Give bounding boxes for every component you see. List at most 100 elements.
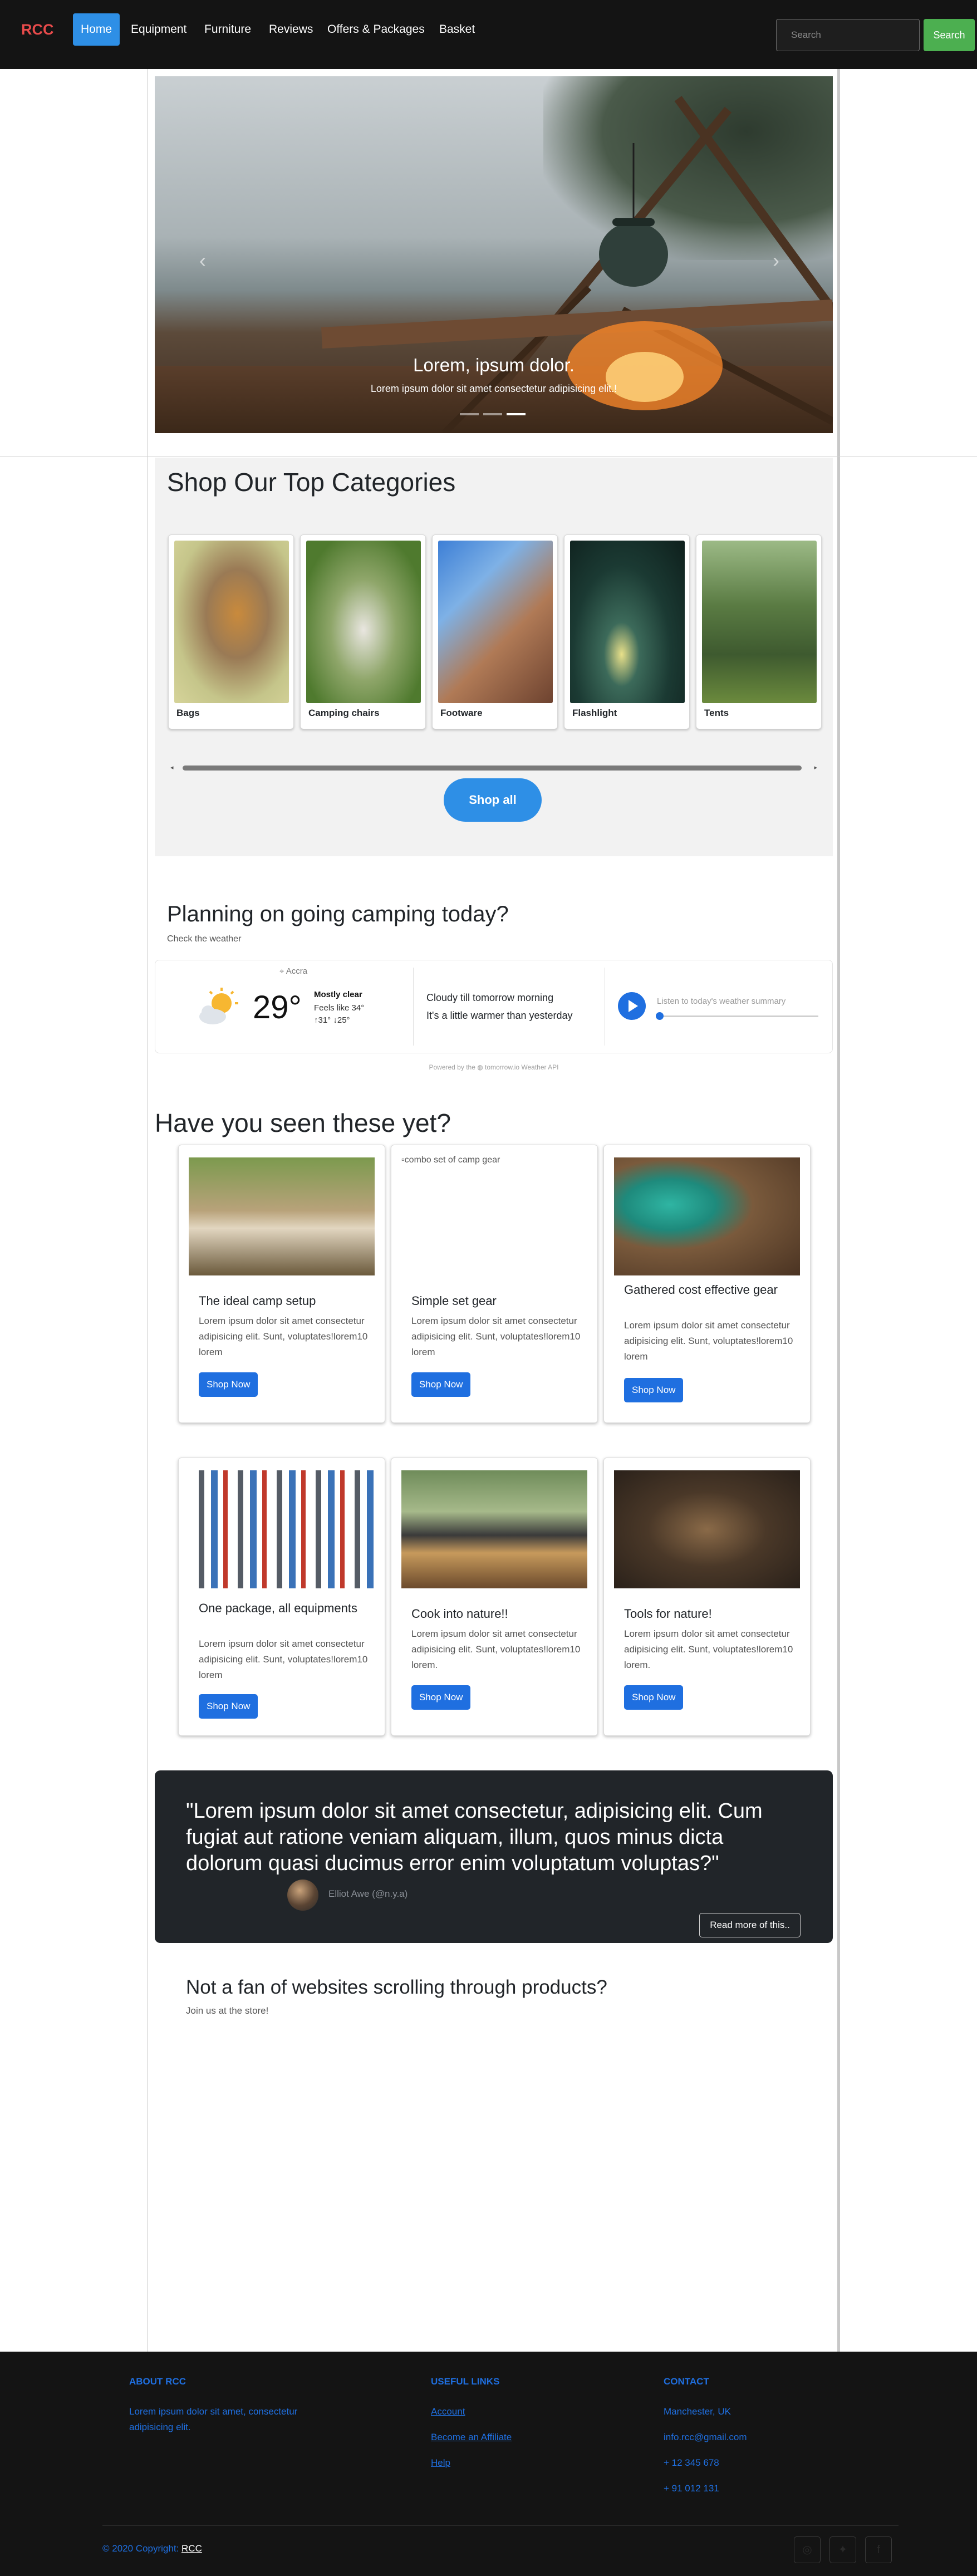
copyright-link[interactable]: RCC <box>181 2543 202 2554</box>
product-card: One package, all equipments Lorem ipsum … <box>178 1458 385 1736</box>
play-icon[interactable] <box>618 992 646 1020</box>
campfire-sticks-decor <box>321 96 833 433</box>
product-card: Tools for nature! Lorem ipsum dolor sit … <box>603 1458 811 1736</box>
weather-temperature: 29° <box>253 989 302 1026</box>
shop-now-button[interactable]: Shop Now <box>624 1685 684 1710</box>
weather-location: ⌖ Accra <box>279 966 308 976</box>
broken-image-alt: ▫combo set of camp gear <box>401 1155 500 1165</box>
weather-range: ↑31° ↓25° <box>314 1015 350 1025</box>
search-input[interactable] <box>777 19 919 51</box>
scroll-right-icon[interactable]: ▸ <box>814 764 817 771</box>
store-title: Not a fan of websites scrolling through … <box>186 1976 607 1998</box>
weather-title: Planning on going camping today? <box>167 902 509 926</box>
category-card-bags[interactable]: Bags <box>168 534 294 729</box>
category-label: Camping chairs <box>308 708 380 718</box>
carousel-indicator[interactable] <box>460 413 479 415</box>
avatar <box>287 1880 318 1911</box>
carousel-indicator[interactable] <box>483 413 502 415</box>
footer-about-heading: ABOUT RCC <box>129 2376 186 2387</box>
footer-links-heading: USEFUL LINKS <box>431 2376 500 2387</box>
partly-cloudy-icon <box>199 988 238 1024</box>
page-frame-left <box>147 69 148 2352</box>
product-name: Tools for nature! <box>624 1607 712 1621</box>
social-button[interactable]: ◎ <box>794 2536 821 2563</box>
footer-divider <box>102 2525 899 2526</box>
nav-furniture[interactable]: Furniture <box>197 13 259 46</box>
product-card: Cook into nature!! Lorem ipsum dolor sit… <box>391 1458 598 1736</box>
shop-all-button[interactable]: Shop all <box>444 778 542 822</box>
footer-link-help[interactable]: Help <box>431 2457 450 2469</box>
navbar: RCC Home Equipment Furniture Reviews Off… <box>0 0 977 69</box>
page-scrollbar[interactable] <box>837 69 840 2352</box>
twitter-icon: ✦ <box>838 2544 848 2556</box>
category-card-flashlight[interactable]: Flashlight <box>564 534 690 729</box>
social-button[interactable]: ✦ <box>829 2536 856 2563</box>
hero-subtitle: Lorem ipsum dolor sit amet consectetur a… <box>370 383 617 394</box>
carousel-indicator-active[interactable] <box>507 413 526 415</box>
footer-link-account[interactable]: Account <box>431 2406 465 2417</box>
categories-title: Shop Our Top Categories <box>167 468 456 497</box>
category-image <box>570 541 685 703</box>
footer-copyright: © 2020 Copyright: RCC <box>102 2543 202 2554</box>
product-name: Cook into nature!! <box>411 1607 508 1621</box>
brand-logo[interactable]: RCC <box>21 21 54 38</box>
hero-carousel: ‹ › Lorem, ipsum dolor. Lorem ipsum dolo… <box>155 76 833 433</box>
scroll-left-icon[interactable]: ◂ <box>170 764 174 771</box>
product-card: ▫combo set of camp gear Simple set gear … <box>391 1145 598 1423</box>
product-description: Lorem ipsum dolor sit amet consectetur a… <box>411 1316 581 1357</box>
footer-link-affiliate[interactable]: Become an Affiliate <box>431 2432 512 2443</box>
shop-now-button[interactable]: Shop Now <box>199 1372 258 1397</box>
copyright-text: © 2020 Copyright: <box>102 2543 179 2554</box>
weather-feels-like: Feels like 34° <box>314 1003 365 1013</box>
product-name: One package, all equipments <box>199 1601 357 1615</box>
product-image <box>189 1157 375 1275</box>
product-description: Lorem ipsum dolor sit amet consectetur a… <box>624 1628 793 1670</box>
footer-about-text: Lorem ipsum dolor sit amet, consectetur … <box>129 2406 298 2432</box>
category-card-camping-chairs[interactable]: Camping chairs <box>300 534 426 729</box>
scroll-thumb[interactable] <box>183 766 802 771</box>
category-image <box>438 541 553 703</box>
footer-contact-phone[interactable]: + 12 345 678 <box>664 2455 719 2471</box>
audio-progress-knob[interactable] <box>656 1012 664 1020</box>
facebook-icon: f <box>877 2544 880 2556</box>
category-image <box>306 541 421 703</box>
footer-contact-heading: CONTACT <box>664 2376 709 2387</box>
search-button[interactable]: Search <box>924 19 975 51</box>
nav-offers-packages[interactable]: Offers & Packages <box>320 13 433 46</box>
shop-now-button[interactable]: Shop Now <box>624 1378 684 1402</box>
weather-powered-by[interactable]: Powered by the ◍ tomorrow.io Weather API <box>0 1063 977 1071</box>
nav-basket[interactable]: Basket <box>431 13 483 46</box>
nav-reviews[interactable]: Reviews <box>261 13 321 46</box>
product-image <box>614 1157 800 1275</box>
carousel-prev-icon[interactable]: ‹ <box>199 249 206 272</box>
category-card-tents[interactable]: Tents <box>696 534 822 729</box>
category-card-footware[interactable]: Footware <box>432 534 558 729</box>
category-label: Tents <box>704 708 729 718</box>
product-image <box>189 1470 375 1588</box>
nav-equipment[interactable]: Equipment <box>123 13 194 46</box>
product-card: The ideal camp setup Lorem ipsum dolor s… <box>178 1145 385 1423</box>
social-button[interactable]: f <box>865 2536 892 2563</box>
shop-now-button[interactable]: Shop Now <box>411 1372 471 1397</box>
carousel-next-icon[interactable]: › <box>773 249 779 272</box>
weather-condition: Mostly clear <box>314 990 362 999</box>
weather-listen-label: Listen to today's weather summary <box>657 997 786 1006</box>
testimonial-quote: "Lorem ipsum dolor sit amet consectetur,… <box>186 1799 763 1875</box>
shop-now-button[interactable]: Shop Now <box>411 1685 471 1710</box>
footer-contact-location: Manchester, UK <box>664 2406 731 2417</box>
search-field[interactable] <box>776 19 920 51</box>
product-description: Lorem ipsum dolor sit amet consectetur a… <box>199 1316 368 1357</box>
products-title: Have you seen these yet? <box>155 1108 451 1137</box>
shop-now-button[interactable]: Shop Now <box>199 1694 258 1719</box>
product-name: The ideal camp setup <box>199 1294 316 1308</box>
weather-subtitle: Check the weather <box>167 934 242 944</box>
audio-progress-bar[interactable] <box>657 1015 818 1017</box>
weather-summary-line2: It's a little warmer than yesterday <box>426 1010 573 1021</box>
footer-contact-phone[interactable]: + 91 012 131 <box>664 2481 719 2496</box>
footer-contact-email[interactable]: info.rcc@gmail.com <box>664 2430 747 2445</box>
category-label: Bags <box>176 708 200 718</box>
read-more-button[interactable]: Read more of this.. <box>699 1913 801 1937</box>
categories-scrollbar[interactable]: ◂ ▸ <box>170 764 817 772</box>
product-image <box>614 1470 800 1588</box>
nav-home[interactable]: Home <box>73 13 120 46</box>
